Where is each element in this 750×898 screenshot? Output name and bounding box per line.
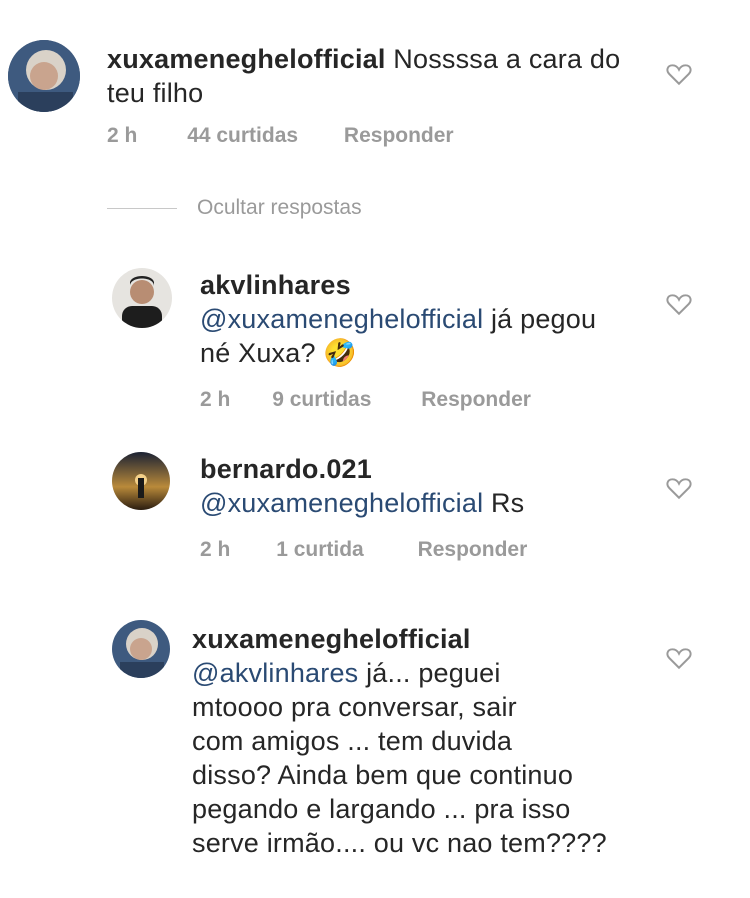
comment-body: Rs	[483, 488, 525, 518]
timestamp: 2 h	[200, 538, 231, 561]
comment-body: já... peguei	[358, 658, 501, 688]
comment-body: já pegou	[483, 304, 597, 334]
likes-count[interactable]: 9 curtidas	[272, 388, 371, 412]
heart-icon[interactable]	[666, 646, 692, 670]
comment-body: teu filho	[107, 78, 204, 108]
hide-replies-button[interactable]: Ocultar respostas	[107, 196, 362, 220]
comment-body: Nossssa a cara do	[393, 44, 621, 74]
heart-icon[interactable]	[666, 476, 692, 500]
comment-body: né Xuxa? 🤣	[200, 338, 358, 368]
mention-link[interactable]: @akvlinhares	[192, 658, 358, 688]
comment-body: mtoooo pra conversar, sair	[192, 692, 517, 722]
mention-link[interactable]: @xuxameneghelofficial	[200, 304, 483, 334]
divider-line	[107, 207, 177, 209]
likes-count[interactable]: 44 curtidas	[187, 124, 298, 148]
avatar[interactable]	[112, 620, 170, 678]
comment-text: xuxameneghelofficial Nossssa a cara do t…	[107, 42, 647, 110]
username[interactable]: akvlinhares	[200, 270, 351, 300]
heart-icon[interactable]	[666, 62, 692, 86]
comment-body: serve irmão.... ou vc nao tem????	[192, 828, 607, 858]
reply-button[interactable]: Responder	[418, 538, 528, 562]
hide-replies-label: Ocultar respostas	[197, 196, 362, 219]
avatar[interactable]	[112, 268, 172, 328]
username[interactable]: bernardo.021	[200, 454, 372, 484]
likes-count[interactable]: 1 curtida	[276, 538, 364, 562]
comment-body: disso? Ainda bem que continuo	[192, 760, 574, 790]
timestamp: 2 h	[107, 124, 138, 147]
timestamp: 2 h	[200, 388, 231, 411]
heart-icon[interactable]	[666, 292, 692, 316]
username[interactable]: xuxameneghelofficial	[107, 44, 386, 74]
mention-link[interactable]: @xuxameneghelofficial	[200, 488, 483, 518]
comment-body: com amigos ... tem duvida	[192, 726, 513, 756]
username[interactable]: xuxameneghelofficial	[192, 624, 471, 654]
avatar[interactable]	[112, 452, 170, 510]
reply-button[interactable]: Responder	[421, 388, 531, 412]
comment-body: pegando e largando ... pra isso	[192, 794, 571, 824]
avatar[interactable]	[8, 40, 80, 112]
reply-button[interactable]: Responder	[344, 124, 454, 148]
